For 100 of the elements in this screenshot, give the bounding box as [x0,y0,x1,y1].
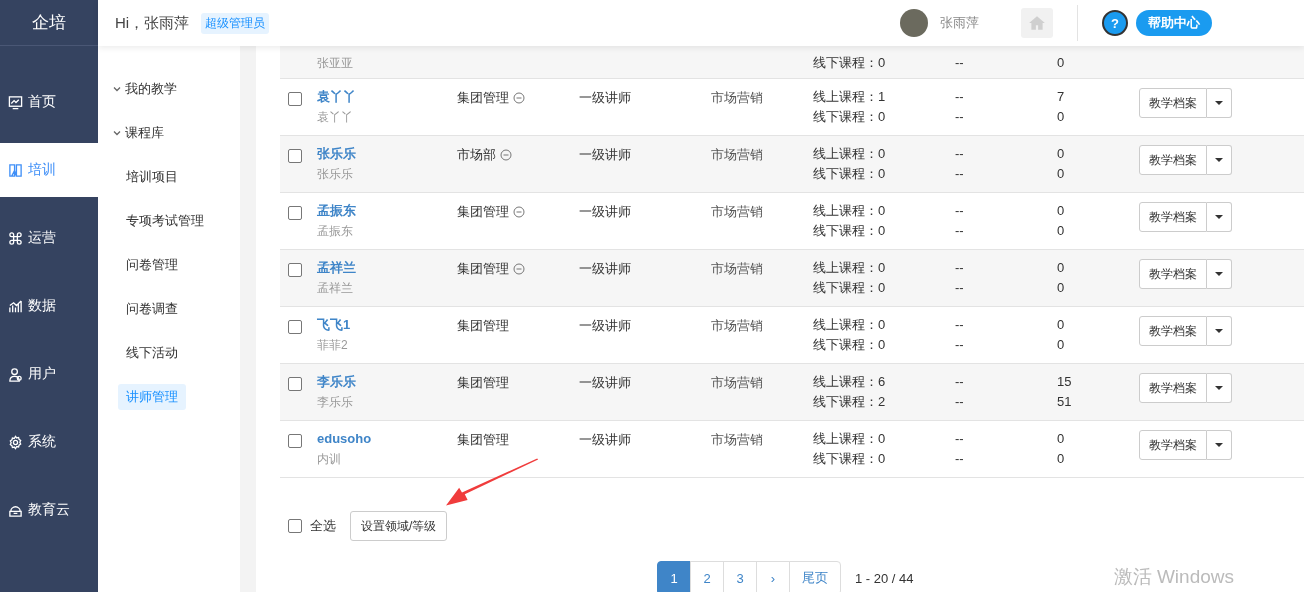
caret-icon [1215,386,1223,390]
row-checkbox[interactable] [288,320,302,334]
table-cell: 集团管理 [457,318,509,334]
avatar-photo-placeholder[interactable] [900,9,928,37]
teacher-name-link[interactable]: 飞飞1 [317,317,351,333]
nav-item[interactable]: 首页 [0,75,98,129]
caret-icon [1215,272,1223,276]
dropdown-button[interactable] [1207,316,1232,346]
table-cell-text: 市场营销 [711,432,764,448]
table-cell-text: 0 [1057,203,1066,219]
table-cell-text: 内训 [317,451,342,467]
dropdown-button[interactable] [1207,259,1232,289]
sub-nav-item[interactable]: 我的教学 [112,76,177,102]
teaching-file-button[interactable]: 教学档案 [1139,430,1207,460]
teacher-name-link[interactable]: 孟振东 [317,203,356,219]
page-button[interactable]: 1 [657,561,691,592]
table-cell-text: -- [955,89,965,105]
user-icon [8,366,23,382]
page-range-text: 1 - 20 / 44 [855,570,914,586]
sub-nav-item[interactable]: 培训项目 [118,164,186,190]
table-cell-text: 线上课程：0 [813,317,887,333]
row-checkbox[interactable] [288,377,302,391]
nav-item[interactable]: 运营 [0,211,98,265]
nav-item[interactable]: 教育云 [0,483,98,537]
table-cell-text: -- [955,146,965,162]
last-page-button[interactable]: 尾页 [789,561,841,592]
page-button[interactable]: 2 [690,561,724,592]
sub-nav-item[interactable]: 问卷调查 [118,296,186,322]
dropdown-button[interactable] [1207,373,1232,403]
os-activation-text: 激活 Windows [1113,565,1234,589]
select-all-checkbox[interactable] [288,519,302,533]
select-all-label[interactable]: 全选 [310,517,336,535]
table-cell: 市场部 [457,147,496,163]
table-cell-text: 0 [1057,317,1066,333]
row-checkbox[interactable] [288,149,302,163]
dropdown-button[interactable] [1207,202,1232,232]
table-cell: 集团管理 [457,432,509,448]
table-cell-text: 市场营销 [711,147,764,163]
collapse-icon[interactable] [513,92,525,104]
teacher-name-link[interactable]: 张乐乐 [317,146,356,162]
teaching-file-button[interactable]: 教学档案 [1139,259,1207,289]
teaching-file-button[interactable]: 教学档案 [1139,373,1207,403]
user-name[interactable]: 张雨萍 [940,14,979,32]
collapse-icon[interactable] [513,206,525,218]
table-cell-text: 0 [1057,223,1066,239]
dropdown-button[interactable] [1207,430,1232,460]
dropdown-button[interactable] [1207,145,1232,175]
table-cell-text: 孟祥兰 [317,280,354,296]
table-cell-text: 市场营销 [711,90,764,106]
teacher-name-link[interactable]: edusoho [317,431,372,447]
teaching-file-button[interactable]: 教学档案 [1139,88,1207,118]
table-cell-text: 袁丫丫 [317,109,354,125]
table-cell-text: 一级讲师 [579,318,632,334]
teacher-name-link[interactable]: 孟祥兰 [317,260,356,276]
table-cell-text: 线上课程：0 [813,431,887,447]
table-cell: 集团管理 [457,204,509,220]
table-cell-text: 菲菲2 [317,337,349,353]
home-icon [1028,14,1046,32]
dropdown-button[interactable] [1207,88,1232,118]
sub-nav-item[interactable]: 问卷管理 [118,252,186,278]
teacher-name-link[interactable]: 李乐乐 [317,374,356,390]
sub-nav-item[interactable]: 课程库 [112,120,164,146]
table-cell-text: 一级讲师 [579,432,632,448]
greeting-text: Hi，张雨萍 [115,13,190,33]
collapse-icon[interactable] [513,263,525,275]
table-cell-text: -- [955,260,965,276]
table-cell-text: 线下课程：0 [813,451,887,467]
sub-nav-item[interactable]: 专项考试管理 [118,208,212,234]
table-cell-text: 市场营销 [711,204,764,220]
chevron-icon [112,84,122,94]
table-cell-text: -- [955,394,965,410]
table-cell-text: -- [955,166,965,182]
table-cell-text: -- [955,203,965,219]
collapse-icon[interactable] [500,149,512,161]
nav-item[interactable]: 数据 [0,279,98,333]
table-cell-text: 线下课程：0 [813,280,887,296]
teaching-file-button[interactable]: 教学档案 [1139,316,1207,346]
table-cell-text: 线下课程：0 [813,55,887,71]
row-checkbox[interactable] [288,263,302,277]
teaching-file-button[interactable]: 教学档案 [1139,145,1207,175]
table-cell-text: 7 [1057,89,1066,105]
table-cell-text: 51 [1057,394,1073,410]
table-cell-text: 0 [1057,451,1066,467]
row-checkbox[interactable] [288,434,302,448]
table-cell-text: -- [955,317,965,333]
set-field-level-button[interactable]: 设置领域/等级 [350,511,448,541]
table-cell-text: 0 [1057,431,1066,447]
nav-item[interactable]: 系统 [0,415,98,469]
row-checkbox[interactable] [288,206,302,220]
table-cell-text: 一级讲师 [579,375,632,391]
teaching-file-button[interactable]: 教学档案 [1139,202,1207,232]
table-cell-text: 0 [1057,166,1066,182]
table-cell-text: 张亚亚 [317,55,354,71]
sub-nav-item[interactable]: 线下活动 [118,340,186,366]
table-cell-text: 一级讲师 [579,204,632,220]
row-checkbox[interactable] [288,92,302,106]
nav-item[interactable]: 用户 [0,347,98,401]
table-cell-text: -- [955,109,965,125]
table-cell-text: -- [955,337,965,353]
teacher-name-link[interactable]: 袁丫丫 [317,89,356,105]
